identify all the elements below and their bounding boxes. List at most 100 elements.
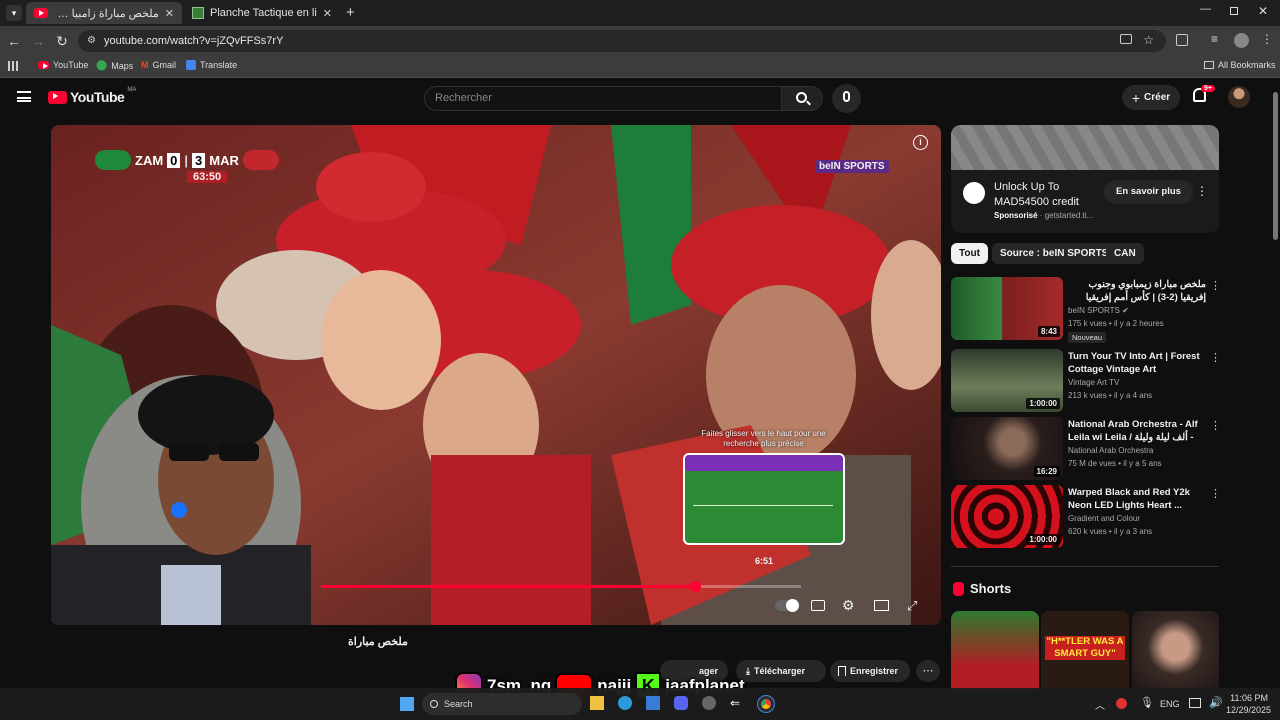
bookmark-gmail[interactable]: M Gmail <box>141 60 176 70</box>
recommendation-item[interactable]: 8:43 ملخص مباراة زيمبابوي وجنوب إفريقيا … <box>951 277 1221 343</box>
match-clock: 63:50 <box>187 171 228 183</box>
youtube-header: YouTube MA Rechercher + Créer 9+ <box>0 78 1280 118</box>
home-team: ZAM <box>135 152 164 168</box>
fullscreen-icon[interactable]: ⤢ <box>907 598 917 614</box>
save-button[interactable]: Enregistrer <box>830 660 910 682</box>
forward-icon[interactable]: → <box>30 33 46 49</box>
short-thumbnail[interactable]: "H**TLER WAS A SMART GUY" <box>1041 611 1129 691</box>
ad-more-icon[interactable]: ⋮ <box>1196 184 1208 198</box>
sidebar-divider <box>951 566 1219 567</box>
all-bookmarks[interactable]: All Bookmarks <box>1204 60 1276 70</box>
edge-icon[interactable] <box>618 696 632 710</box>
advertiser-logo <box>963 182 985 204</box>
search-button[interactable] <box>781 86 823 111</box>
bookmark-maps[interactable]: ⬤ Maps <box>96 60 133 71</box>
address-bar[interactable]: ⚙ youtube.com/watch?v=jZQvFFSs7rY ☆ <box>78 30 1166 52</box>
recommendation-more-icon[interactable]: ⋮ <box>1210 279 1221 292</box>
network-icon[interactable] <box>1189 698 1201 708</box>
sponsored-ad-card[interactable]: Unlock Up To MAD54500 credit Sponsorisé … <box>951 125 1219 233</box>
profile-avatar[interactable] <box>1234 33 1249 48</box>
recommendation-more-icon[interactable]: ⋮ <box>1210 487 1221 500</box>
video-info-icon[interactable]: i <box>913 135 928 150</box>
new-tab-button[interactable]: + <box>346 4 355 21</box>
planche-favicon-icon <box>192 7 204 19</box>
miniplayer-icon[interactable] <box>874 600 889 611</box>
tray-overflow-icon[interactable]: ︿ <box>1095 697 1105 712</box>
back-icon[interactable]: ← <box>6 33 22 49</box>
morocco-flag-icon <box>242 150 279 170</box>
store-icon[interactable] <box>646 696 660 710</box>
page-scrollbar[interactable] <box>1271 80 1280 688</box>
subtitles-icon[interactable] <box>811 600 825 611</box>
scrub-preview-thumbnail <box>683 453 845 545</box>
youtube-icon <box>38 61 49 69</box>
hamburger-menu-icon[interactable] <box>17 91 31 102</box>
short-thumbnail[interactable] <box>1132 611 1219 691</box>
steam-icon[interactable] <box>702 696 716 710</box>
youtube-logo[interactable]: YouTube MA <box>48 87 136 105</box>
arrow-app-icon[interactable]: ⇐ <box>730 696 744 710</box>
tab-close-icon[interactable]: ✕ <box>165 7 174 20</box>
recommendation-channel: Gradient and Colour <box>1068 514 1141 523</box>
video-title: ملخص مباراة <box>348 636 408 648</box>
recommendation-item[interactable]: 16:29 National Arab Orchestra - Alf Leil… <box>951 417 1221 481</box>
user-avatar[interactable] <box>1228 86 1250 108</box>
clock[interactable]: 11:06 PM 12/29/2025 <box>1226 692 1271 716</box>
away-team: MAR <box>209 152 239 168</box>
url-text: youtube.com/watch?v=jZQvFFSs7rY <box>104 35 284 47</box>
notifications-button[interactable]: 9+ <box>1193 85 1215 102</box>
recommendation-item[interactable]: 1:00:00 Warped Black and Red Y2k Neon LE… <box>951 485 1221 549</box>
extensions-icon[interactable] <box>1176 34 1188 46</box>
chrome-icon[interactable] <box>757 695 775 713</box>
video-player[interactable]: ZAM 0 | 3 MAR 63:50 beIN SPORTS i Faites… <box>51 125 941 625</box>
browser-menu-icon[interactable]: ⋮ <box>1261 32 1273 46</box>
recommendation-item[interactable]: 1:00:00 Turn Your TV Into Art | Forest C… <box>951 349 1221 413</box>
volume-icon[interactable]: 🔊 <box>1209 696 1223 709</box>
settings-gear-icon[interactable]: ⚙ <box>842 597 855 614</box>
download-icon: ⤓ <box>746 665 750 676</box>
create-button[interactable]: + Créer <box>1122 85 1180 110</box>
tab-youtube-video[interactable]: ملخص مباراة زامبيا والمغرب (64) ✕ <box>26 2 182 24</box>
taskbar-search[interactable]: Search <box>422 693 582 715</box>
bookmark-youtube[interactable]: YouTube <box>38 60 88 70</box>
autoplay-toggle[interactable] <box>775 599 799 612</box>
search-input[interactable]: Rechercher <box>424 86 782 111</box>
language-indicator[interactable]: ENG <box>1160 699 1180 709</box>
scrub-hint: Faites glisser vers le haut pour une rec… <box>701 429 826 448</box>
site-info-icon[interactable]: ⚙ <box>87 35 96 46</box>
chip-source-bein[interactable]: Source : beIN SPORTS <box>992 243 1117 264</box>
close-window-icon[interactable]: ✕ <box>1258 4 1268 18</box>
sponsored-label: Sponsorisé <box>994 211 1038 220</box>
tray-microphone-icon[interactable]: 🎙 <box>1140 696 1154 709</box>
recommendation-more-icon[interactable]: ⋮ <box>1210 419 1221 432</box>
recommendation-more-icon[interactable]: ⋮ <box>1210 351 1221 364</box>
discord-icon[interactable] <box>674 696 688 710</box>
file-explorer-icon[interactable] <box>590 696 604 710</box>
tab-close-icon[interactable]: ✕ <box>323 7 332 20</box>
download-button[interactable]: ⤓ Télécharger <box>736 660 826 682</box>
start-button[interactable] <box>400 697 414 711</box>
scrollbar-thumb[interactable] <box>1273 92 1278 240</box>
recommendation-meta: 75 M de vues • il y a 5 ans <box>1068 459 1162 468</box>
bookmark-star-icon[interactable]: ☆ <box>1143 33 1154 47</box>
voice-search-button[interactable] <box>832 84 861 113</box>
tray-app-icon[interactable] <box>1116 698 1127 709</box>
recommendation-meta: 620 k vues • il y a 3 ans <box>1068 527 1153 536</box>
bookmark-translate[interactable]: Translate <box>186 60 237 70</box>
progress-bar[interactable] <box>321 581 801 592</box>
cast-icon[interactable] <box>1120 34 1132 44</box>
taskbar-search-label: Search <box>444 699 473 709</box>
chip-all[interactable]: Tout <box>951 243 988 264</box>
tab-planche-tactique[interactable]: Planche Tactique en ligne - Foo ✕ <box>184 2 340 24</box>
apps-grid-icon[interactable] <box>8 61 18 71</box>
tab-search-icon[interactable]: ▾ <box>6 5 22 21</box>
chip-can[interactable]: CAN <box>1106 243 1144 264</box>
tab-search-list-icon[interactable]: ≡ <box>1211 32 1218 46</box>
minimize-icon[interactable]: — <box>1200 3 1211 15</box>
more-actions-button[interactable]: ⋯ <box>916 660 940 682</box>
restore-icon[interactable] <box>1230 7 1238 15</box>
short-thumbnail[interactable] <box>951 611 1039 691</box>
ad-cta-button[interactable]: En savoir plus <box>1104 180 1193 204</box>
recommendation-title: Warped Black and Red Y2k Neon LED Lights… <box>1068 487 1190 511</box>
reload-icon[interactable]: ↻ <box>54 33 70 49</box>
